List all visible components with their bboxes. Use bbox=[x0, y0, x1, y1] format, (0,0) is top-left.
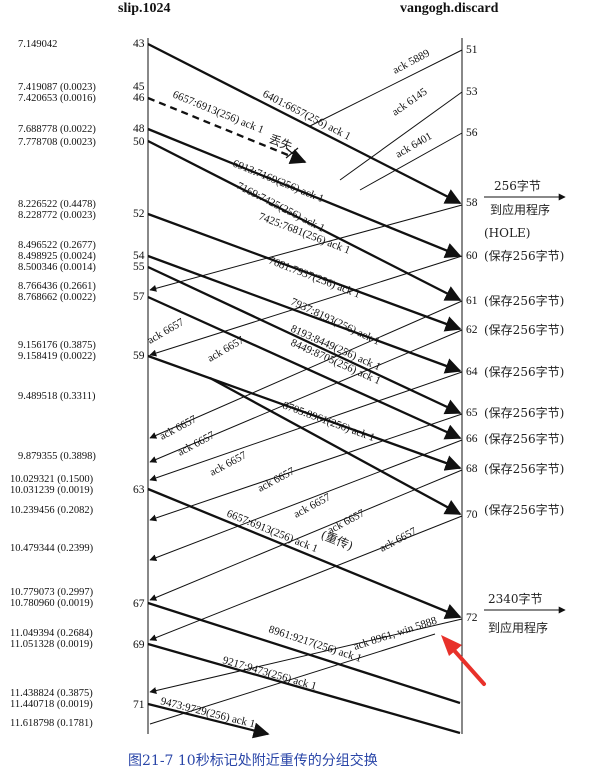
timestamp: 8.500346 (0.0014) bbox=[18, 262, 96, 273]
timestamp: 9.879355 (0.3898) bbox=[18, 451, 96, 462]
segment-number: 72 bbox=[466, 612, 478, 624]
right-host-name: vangogh.discard bbox=[400, 1, 499, 16]
segment-number: 58 bbox=[466, 197, 478, 209]
segment-label: 7681:7937(256) ack 1 bbox=[267, 255, 362, 301]
timestamp: 7.149042 bbox=[18, 39, 57, 50]
timestamp: 9.156176 (0.3875) bbox=[18, 340, 96, 351]
deliver-dest-label: 到应用程序 bbox=[490, 202, 550, 217]
timestamp: 8.766436 (0.2661) bbox=[18, 281, 96, 292]
timestamp: 11.438824 (0.3875) bbox=[10, 688, 93, 699]
hole-label: (HOLE) bbox=[484, 226, 530, 240]
segment-number: 62 bbox=[466, 324, 478, 336]
timestamp: 7.688778 (0.0022) bbox=[18, 124, 96, 135]
timestamp: 7.420653 (0.0016) bbox=[18, 93, 96, 104]
timestamp: 11.618798 (0.1781) bbox=[10, 718, 93, 729]
ack-label: ack 6657 bbox=[206, 334, 247, 365]
saved-label: (保存256字节) bbox=[484, 431, 564, 446]
saved-label: (保存256字节) bbox=[484, 405, 564, 420]
ack-label: ack 6657 bbox=[146, 316, 187, 347]
timestamp: 10.479344 (0.2399) bbox=[10, 543, 94, 554]
segment-number: 51 bbox=[466, 44, 478, 56]
saved-label: (保存256字节) bbox=[484, 248, 564, 263]
timestamp: 7.419087 (0.0023) bbox=[18, 82, 96, 93]
right-annotations: 256字节 到应用程序 (HOLE) (保存256字节) (保存256字节) (… bbox=[484, 178, 566, 635]
saved-label: (保存256字节) bbox=[484, 364, 564, 379]
ack-label: ack 8961, win 5888 bbox=[352, 614, 439, 652]
packet-exchange-diagram: slip.1024 vangogh.discard 7.149042 7.419… bbox=[10, 1, 566, 769]
timestamp: 11.051328 (0.0019) bbox=[10, 639, 93, 650]
segment-number: 60 bbox=[466, 250, 478, 262]
timestamp: 9.158419 (0.0022) bbox=[18, 351, 96, 362]
segment-label: 9217:9473(256) ack 1 bbox=[221, 654, 318, 692]
segment-number: 68 bbox=[466, 463, 478, 475]
right-segment-numbers: 51 53 56 58 60 61 62 64 65 66 68 70 72 bbox=[466, 44, 478, 624]
segment-number: 63 bbox=[133, 484, 145, 496]
segment-number: 59 bbox=[133, 350, 145, 362]
segment-arrow-43 bbox=[147, 42, 462, 205]
saved-label: (保存256字节) bbox=[484, 461, 564, 476]
saved-label: (保存256字节) bbox=[484, 502, 564, 517]
segment-number: 52 bbox=[133, 208, 145, 220]
figure-caption: 图21-7 10秒标记处附近重传的分组交换 bbox=[128, 752, 378, 769]
segment-number: 43 bbox=[133, 38, 145, 50]
lost-label: 丢失 bbox=[267, 131, 295, 154]
timestamp: 10.239456 (0.2082) bbox=[10, 505, 94, 516]
timestamp: 9.489518 (0.3311) bbox=[18, 391, 96, 402]
ack-label: ack 6657 bbox=[208, 449, 249, 479]
segment-labels: 6401:6657(256) ack 1 6657:6913(256) ack … bbox=[159, 88, 382, 730]
segment-label: 9473:9729(256) ack 1 bbox=[159, 695, 256, 730]
ack-label: ack 6657 bbox=[292, 491, 333, 521]
saved-label: (保存256字节) bbox=[484, 293, 564, 308]
timestamp: 7.778708 (0.0023) bbox=[18, 137, 96, 148]
segment-number: 55 bbox=[133, 261, 145, 273]
segment-label: 8961:9217(256) ack 1 bbox=[267, 623, 363, 664]
ack-label: ack 6657 bbox=[326, 507, 367, 537]
timestamp: 8.498925 (0.0024) bbox=[18, 251, 96, 262]
timestamp: 10.029321 (0.1500) bbox=[10, 474, 94, 485]
deliver-dest-label: 到应用程序 bbox=[488, 620, 548, 635]
segment-number: 53 bbox=[466, 86, 478, 98]
saved-label: (保存256字节) bbox=[484, 322, 564, 337]
ack-label: ack 6657 bbox=[378, 525, 419, 555]
ack-label: ack 6657 bbox=[256, 465, 297, 495]
segment-number: 69 bbox=[133, 639, 145, 651]
ack-arrow-64 bbox=[149, 371, 463, 482]
timestamp: 11.049394 (0.2684) bbox=[10, 628, 93, 639]
ack-labels: ack 5889 ack 6145 ack 6401 ack 6657 ack … bbox=[146, 47, 439, 653]
left-host-name: slip.1024 bbox=[118, 1, 171, 16]
ack-label: ack 6657 bbox=[176, 429, 217, 459]
timestamp: 10.780960 (0.0019) bbox=[10, 598, 94, 609]
timestamp: 8.496522 (0.2677) bbox=[18, 240, 96, 251]
ack-label: ack 5889 bbox=[391, 47, 432, 77]
segment-number: 67 bbox=[133, 598, 145, 610]
left-segment-numbers: 43 45 46 48 50 52 54 55 57 59 63 67 69 7… bbox=[133, 38, 145, 711]
segment-number: 56 bbox=[466, 127, 478, 139]
segment-number: 46 bbox=[133, 92, 145, 104]
segment-number: 70 bbox=[466, 509, 478, 521]
ack-label: ack 6401 bbox=[394, 130, 435, 160]
segment-number: 50 bbox=[133, 136, 145, 148]
segment-number: 61 bbox=[466, 295, 478, 307]
ack-arrow-51 bbox=[309, 49, 463, 127]
segment-number: 48 bbox=[133, 123, 145, 135]
ack-label: ack 6145 bbox=[390, 85, 430, 118]
timestamp: 8.226522 (0.4478) bbox=[18, 199, 96, 210]
deliver-bytes-label: 256字节 bbox=[494, 178, 541, 193]
timestamp: 10.031239 (0.0019) bbox=[10, 485, 94, 496]
timestamp-column: 7.149042 7.419087 (0.0023) 7.420653 (0.0… bbox=[10, 39, 96, 729]
segment-number: 66 bbox=[466, 433, 478, 445]
segment-number: 57 bbox=[133, 291, 145, 303]
timestamp: 8.768662 (0.0022) bbox=[18, 292, 96, 303]
segment-number: 65 bbox=[466, 407, 478, 419]
deliver-bytes-label: 2340字节 bbox=[488, 591, 543, 606]
segment-number: 71 bbox=[133, 699, 145, 711]
segment-number: 64 bbox=[466, 366, 478, 378]
timestamp: 8.228772 (0.0023) bbox=[18, 210, 96, 221]
timestamp: 10.779073 (0.2997) bbox=[10, 587, 94, 598]
timestamp: 11.440718 (0.0019) bbox=[10, 699, 93, 710]
